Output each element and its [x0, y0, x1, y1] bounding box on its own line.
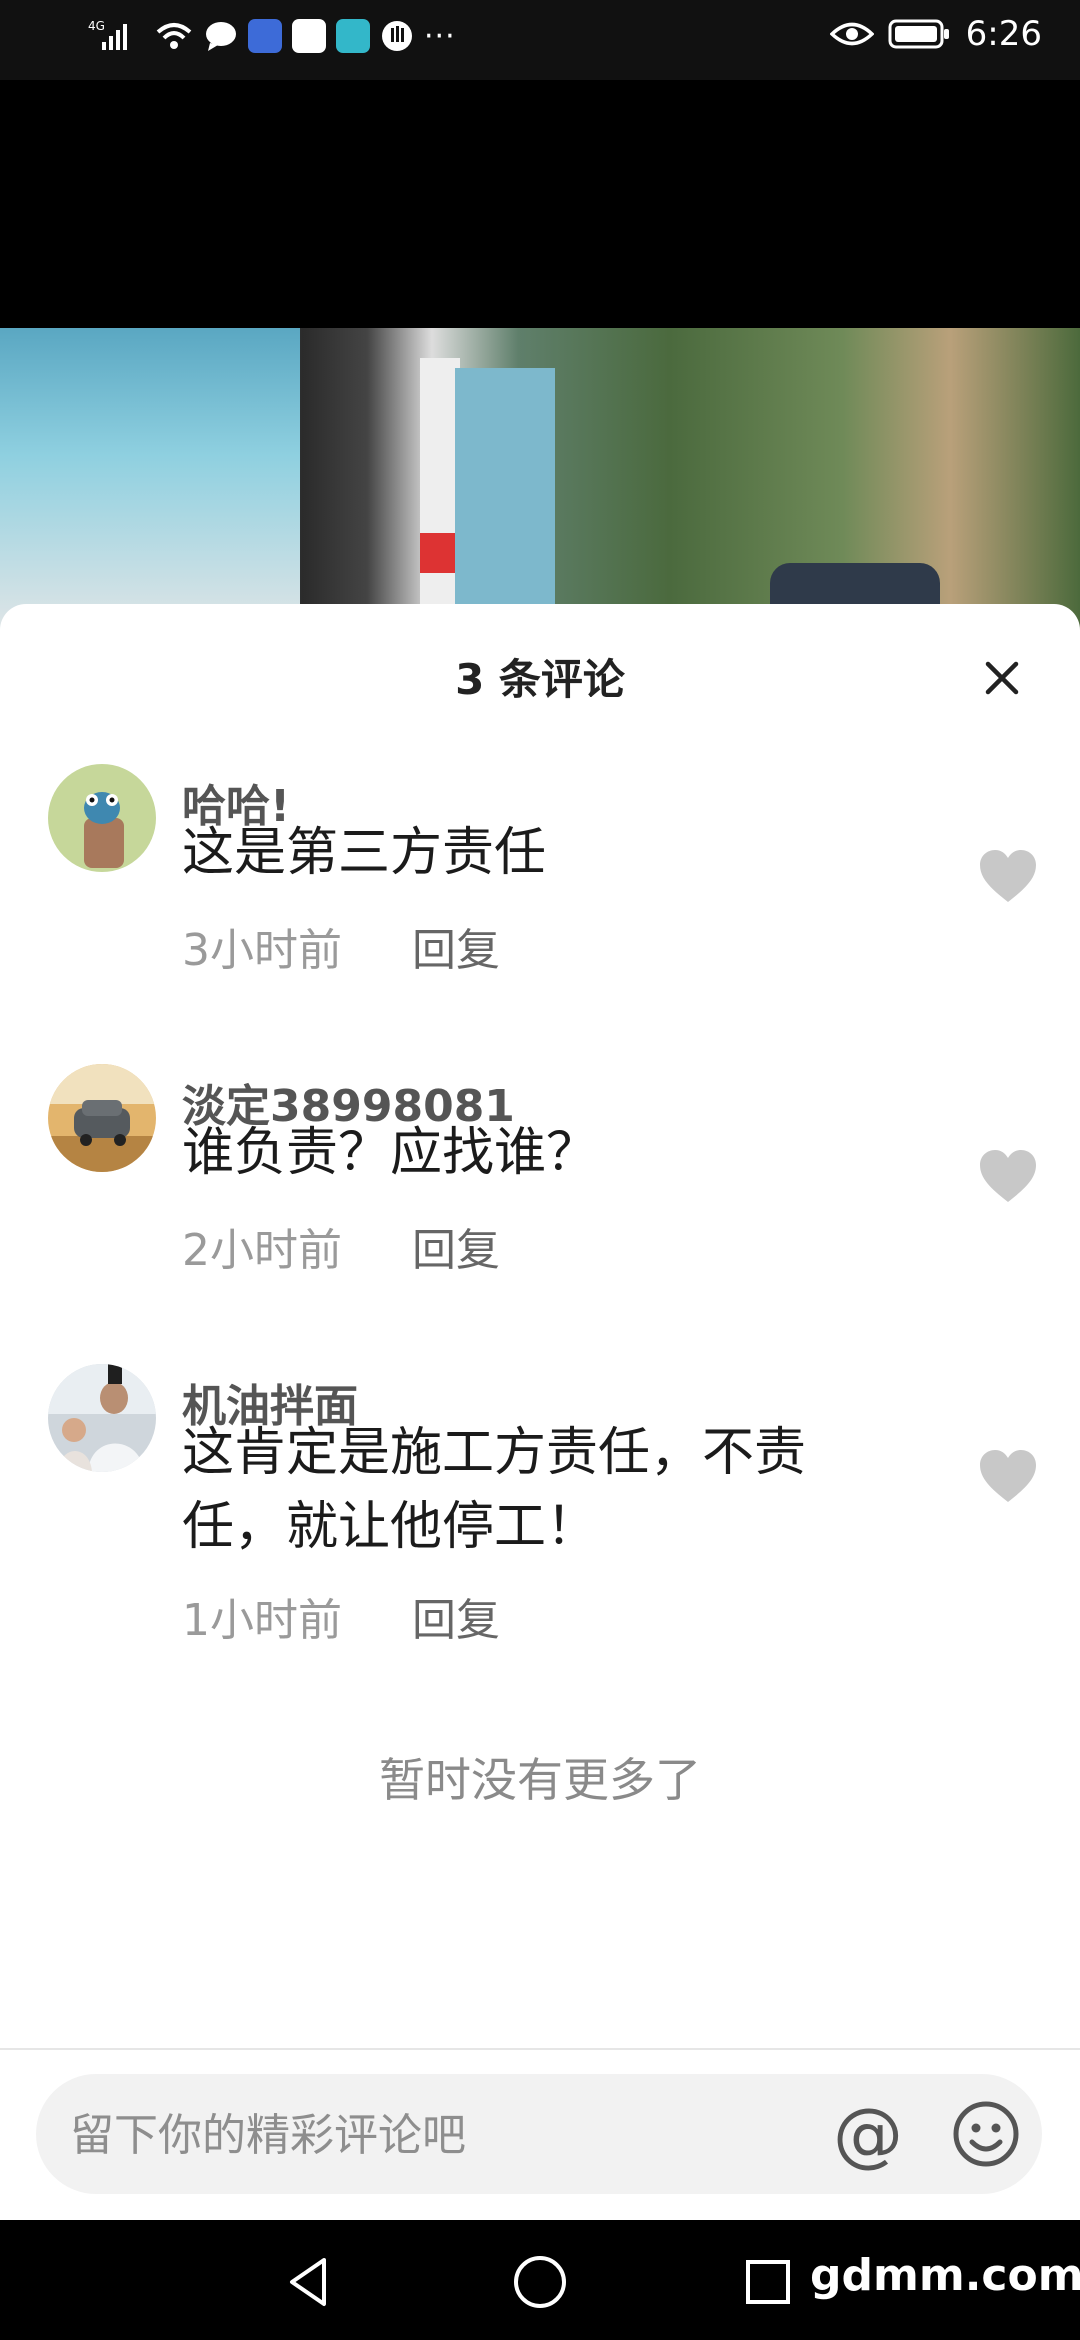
avatar[interactable] [48, 764, 156, 872]
comment-text-line-1: 这肯定是施工方责任，不责 [182, 1423, 807, 1483]
reply-button[interactable]: 回复 [412, 1214, 500, 1278]
comment-text-line-2: 任，就让他停工！ [182, 1497, 599, 1557]
home-circle-icon[interactable] [510, 2252, 570, 2312]
network-type-label: 4G [88, 19, 105, 33]
store-app-icon [336, 19, 370, 53]
comment-input[interactable] [68, 2102, 832, 2168]
avatar[interactable] [48, 1364, 156, 1472]
wifi-icon [156, 23, 192, 49]
comment-input-bar: @ [36, 2074, 1042, 2194]
music-app-icon [248, 19, 282, 53]
video-player[interactable] [0, 80, 1080, 640]
battery-icon [888, 19, 949, 49]
more-notifications-icon: ··· [424, 18, 456, 54]
at-icon: @ [833, 2093, 903, 2175]
pole [420, 358, 460, 640]
emoji-icon[interactable] [944, 2092, 1028, 2176]
no-more-comments-note: 暂时没有更多了 [379, 1753, 701, 1807]
signal-icon: 4G [88, 19, 127, 50]
person-photo-avatar-icon [48, 1364, 156, 1472]
comment-timestamp: 1小时前 [182, 1595, 342, 1646]
comment-timestamp: 2小时前 [182, 1225, 342, 1276]
message-icon [206, 22, 236, 51]
status-right-icons: 6:26 [829, 14, 1042, 54]
close-icon [985, 661, 1019, 695]
divider [0, 2048, 1080, 2050]
reply-button[interactable]: 回复 [412, 1584, 500, 1648]
reply-button[interactable]: 回复 [412, 914, 500, 978]
system-nav-bar: gdmm.com [0, 2220, 1080, 2340]
construction-fence [0, 328, 300, 640]
eye-icon [829, 22, 874, 46]
recents-square-icon[interactable] [740, 2252, 800, 2312]
fence-panel [455, 368, 555, 640]
clock: 6:26 [965, 14, 1042, 54]
car-photo-avatar-icon [48, 1064, 156, 1172]
heart-icon[interactable] [978, 1448, 1038, 1504]
hand-icon [382, 21, 412, 51]
avatar[interactable] [48, 1064, 156, 1172]
mention-button[interactable]: @ [826, 2092, 910, 2176]
baidu-app-icon [292, 19, 326, 53]
comment-sheet: 3 条评论 哈哈! 这是第三方责任 3小时前 回复 淡定38998081 谁负责… [0, 604, 1080, 2220]
cartoon-bird-avatar-icon [48, 764, 156, 872]
pole-stripe [420, 533, 460, 573]
status-bar: 4G ··· 6:26 [0, 0, 1080, 80]
comment-text: 谁负责？应找谁？ [182, 1123, 599, 1183]
close-button[interactable] [970, 646, 1034, 710]
heart-icon[interactable] [978, 1148, 1038, 1204]
heart-icon[interactable] [978, 848, 1038, 904]
back-triangle-icon[interactable] [280, 2252, 340, 2312]
watermark: gdmm.com [810, 2250, 1080, 2301]
comment-count-title: 3 条评论 [455, 655, 625, 704]
comment-text: 这是第三方责任 [182, 823, 547, 883]
video-frame [0, 328, 1080, 640]
comment-timestamp: 3小时前 [182, 925, 342, 976]
status-left-icons: 4G ··· [88, 18, 456, 54]
